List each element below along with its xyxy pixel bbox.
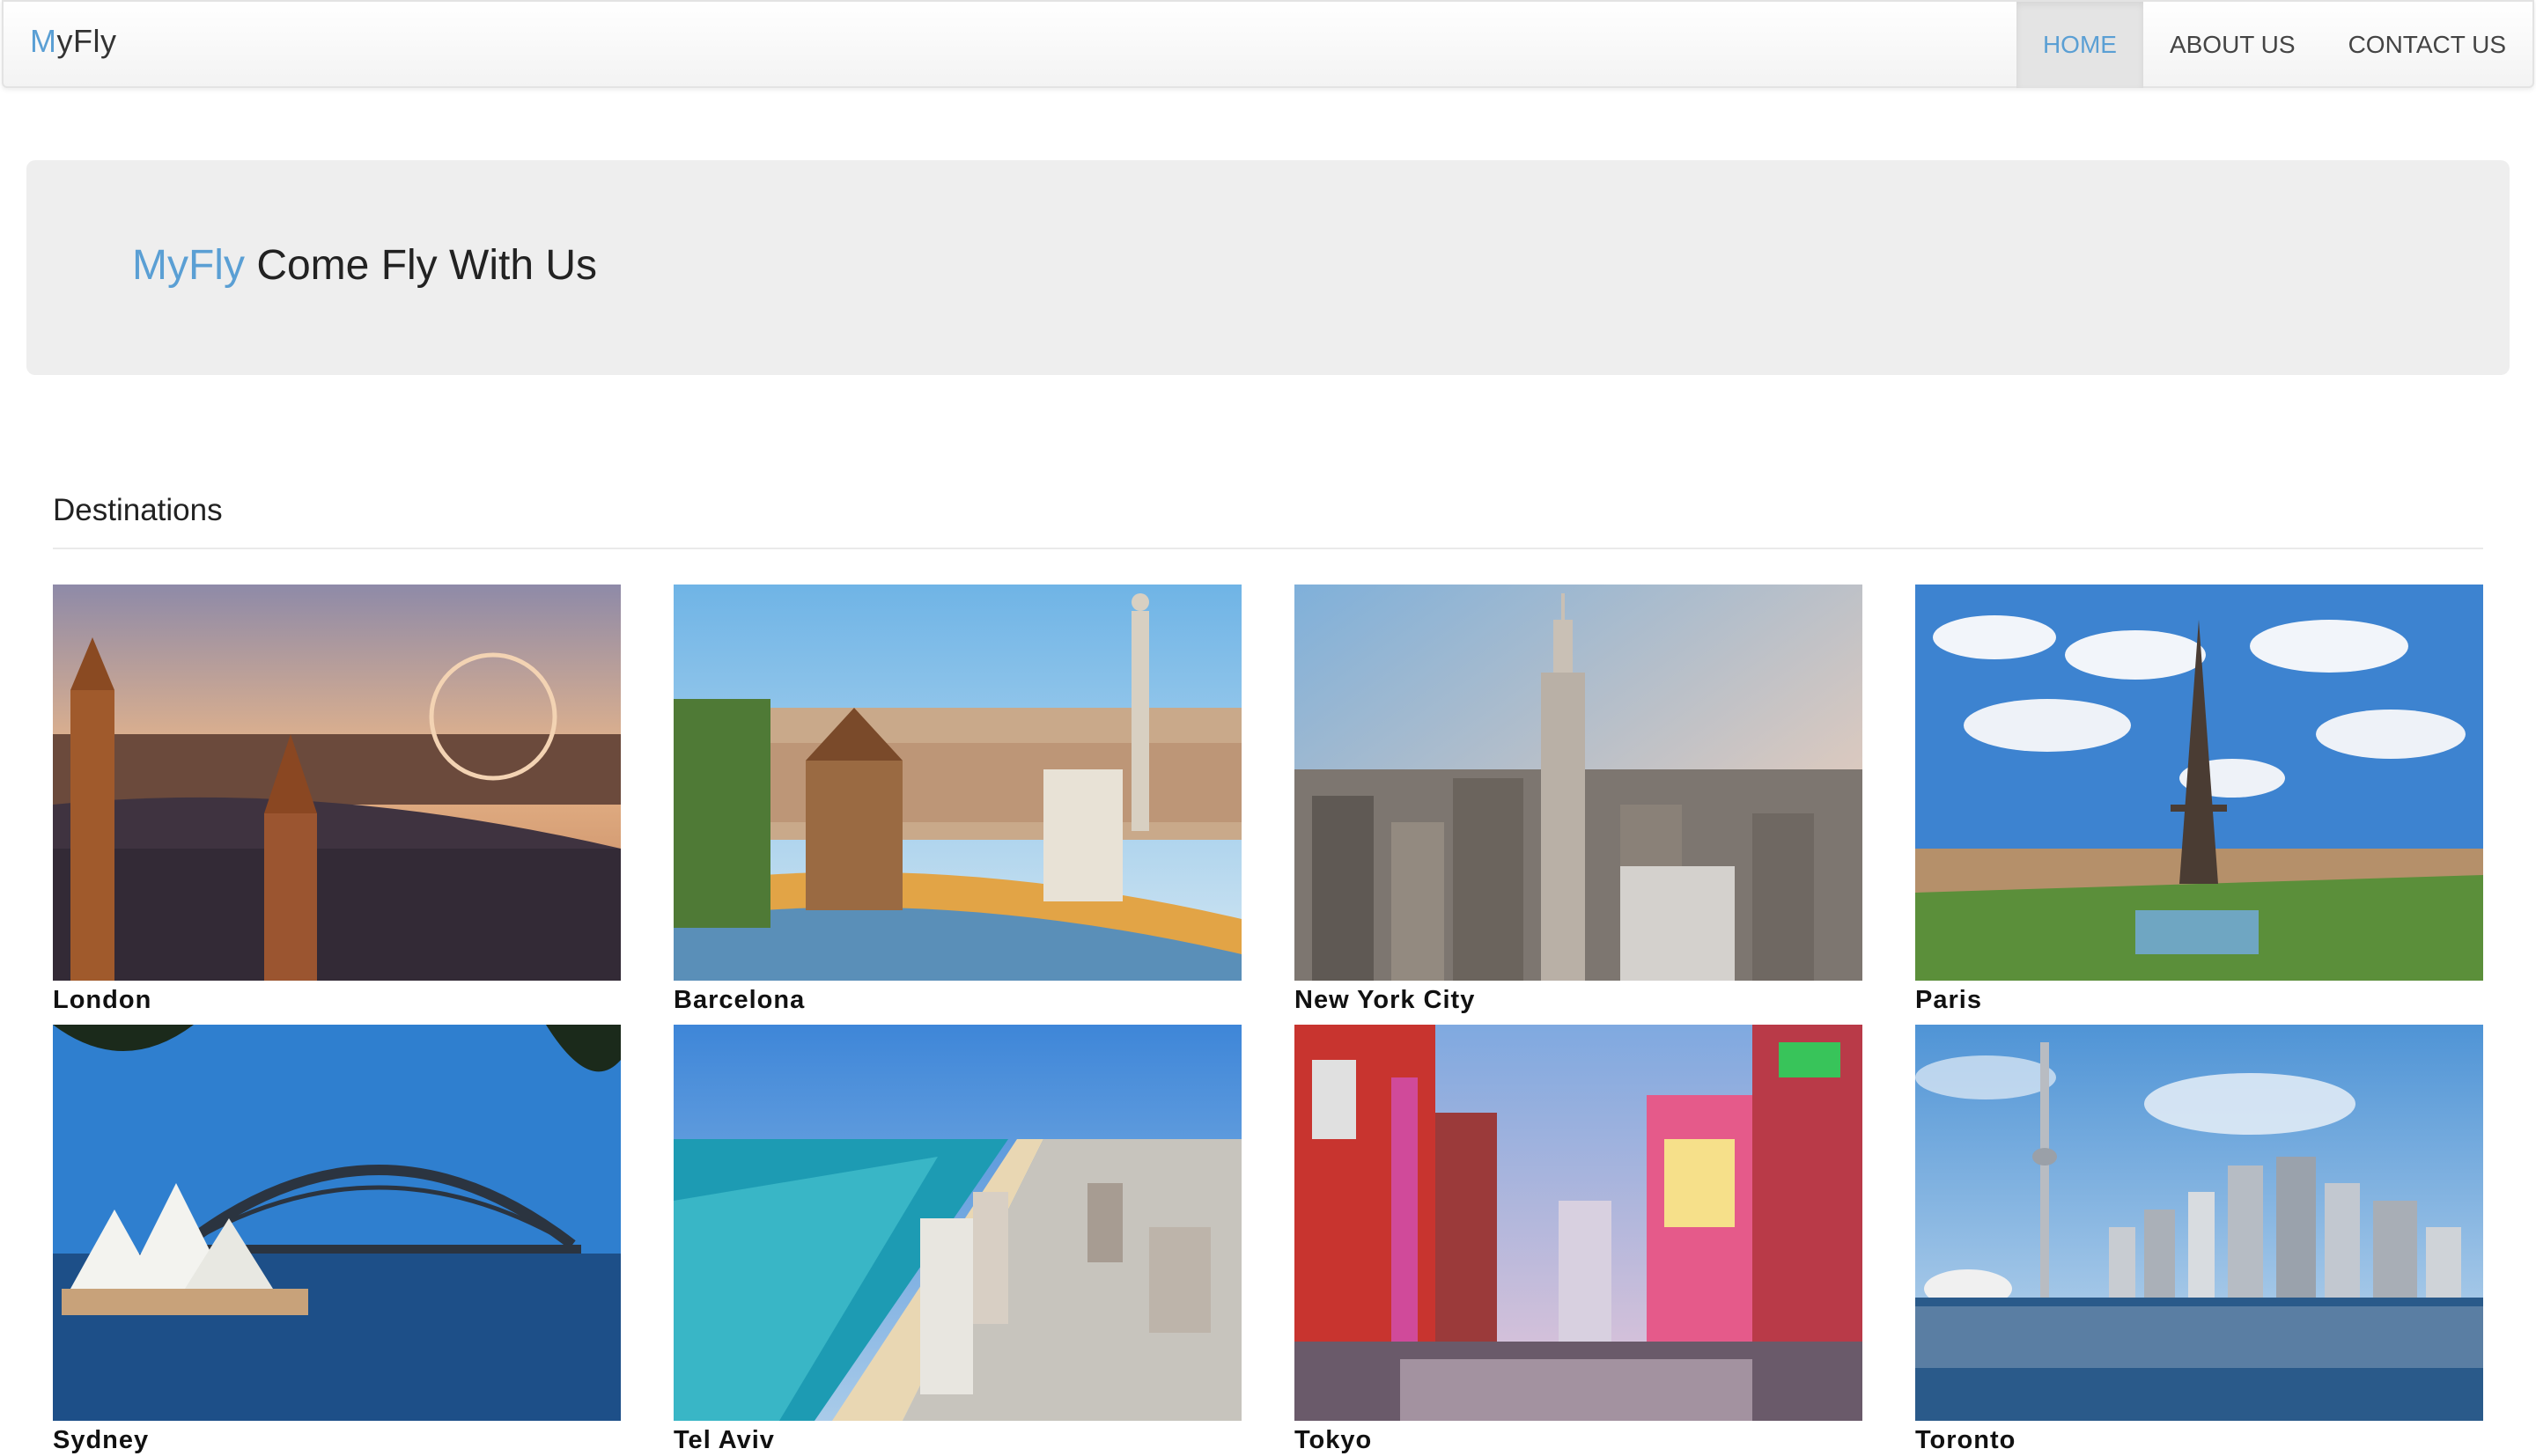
tokyo-image[interactable]	[1294, 1025, 1862, 1421]
paris-image[interactable]	[1915, 585, 2483, 981]
destination-card-sydney[interactable]: Sydney	[53, 1025, 621, 1456]
destination-card-toronto[interactable]: Toronto	[1915, 1025, 2483, 1456]
nav-contact-us[interactable]: CONTACT US	[2322, 2, 2532, 88]
sydney-image[interactable]	[53, 1025, 621, 1421]
toronto-image[interactable]	[1915, 1025, 2483, 1421]
nav-home[interactable]: HOME	[2016, 2, 2143, 88]
destination-card-tokyo[interactable]: Tokyo	[1294, 1025, 1862, 1456]
hero-brand: MyFly	[132, 242, 245, 289]
destination-card-barcelona[interactable]: Barcelona	[674, 585, 1242, 1016]
barcelona-image[interactable]	[674, 585, 1242, 981]
nav-about-us[interactable]: ABOUT US	[2143, 2, 2322, 88]
hero-tagline: Come Fly With Us	[256, 242, 598, 289]
brand-logo[interactable]: MyFly	[30, 23, 117, 60]
tel-aviv-image[interactable]	[674, 1025, 1242, 1421]
paris-caption[interactable]: Paris	[1915, 984, 2483, 1016]
london-caption[interactable]: London	[53, 984, 621, 1016]
destination-card-london[interactable]: London	[53, 585, 621, 1016]
new-york-city-caption[interactable]: New York City	[1294, 984, 1862, 1016]
london-image[interactable]	[53, 585, 621, 981]
sydney-caption[interactable]: Sydney	[53, 1424, 621, 1456]
tel-aviv-caption[interactable]: Tel Aviv	[674, 1424, 1242, 1456]
section-divider	[53, 548, 2483, 549]
destination-card-tel-aviv[interactable]: Tel Aviv	[674, 1025, 1242, 1456]
hero-jumbotron: MyFly Come Fly With Us	[26, 160, 2510, 375]
brand-rest: yFly	[56, 23, 117, 59]
barcelona-caption[interactable]: Barcelona	[674, 984, 1242, 1016]
destinations-heading: Destinations	[53, 493, 223, 527]
tokyo-caption[interactable]: Tokyo	[1294, 1424, 1862, 1456]
destination-card-new-york-city[interactable]: New York City	[1294, 585, 1862, 1016]
new-york-city-image[interactable]	[1294, 585, 1862, 981]
top-navbar: MyFly HOME ABOUT US CONTACT US	[2, 0, 2534, 88]
nav-menu: HOME ABOUT US CONTACT US	[2016, 2, 2532, 88]
hero-heading: MyFly Come Fly With Us	[132, 241, 597, 290]
destination-card-paris[interactable]: Paris	[1915, 585, 2483, 1016]
toronto-caption[interactable]: Toronto	[1915, 1424, 2483, 1456]
brand-initial: M	[30, 23, 57, 59]
